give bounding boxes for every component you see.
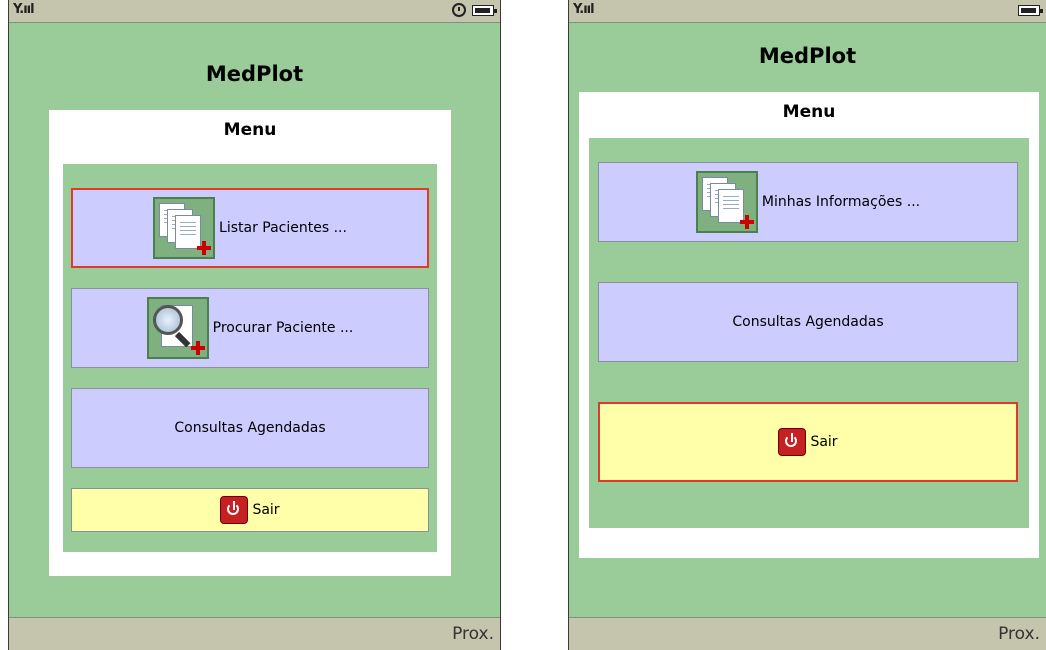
power-icon xyxy=(220,496,249,524)
menu-item-label: Sair xyxy=(252,502,280,518)
status-bar: Y.ııl xyxy=(9,0,500,23)
menu-list: Listar Pacientes ... Procurar Paciente .… xyxy=(63,164,437,552)
search-patient-icon xyxy=(146,297,209,359)
my-info-icon xyxy=(695,171,758,233)
menu-item-label: Listar Pacientes ... xyxy=(219,220,347,236)
app-title: MedPlot xyxy=(758,44,857,68)
signal-icon: Y.ııl xyxy=(13,2,35,17)
next-softkey[interactable]: Prox. xyxy=(998,624,1040,644)
menu-item-minhas-informacoes[interactable]: Minhas Informações ... xyxy=(598,162,1018,242)
menu-item-label: Consultas Agendadas xyxy=(732,314,884,330)
menu-card: Menu Listar Pacientes ... Procurar Pacie… xyxy=(49,110,451,576)
phone-screen-right: Y.ııl MedPlot Menu Minhas Informações ..… xyxy=(568,0,1046,650)
menu-item-sair[interactable]: Sair xyxy=(598,402,1018,482)
softkey-bar: Prox. xyxy=(9,617,500,650)
menu-item-label: Procurar Paciente ... xyxy=(212,320,354,336)
phone-screen-left: Y.ııl MedPlot Menu Listar Pacientes ... xyxy=(8,0,501,650)
menu-item-sair[interactable]: Sair xyxy=(71,488,429,532)
battery-icon xyxy=(1018,5,1043,16)
menu-item-procurar-paciente[interactable]: Procurar Paciente ... xyxy=(71,288,429,368)
menu-item-label: Consultas Agendadas xyxy=(174,420,326,436)
menu-item-listar-pacientes[interactable]: Listar Pacientes ... xyxy=(71,188,429,268)
menu-item-consultas-agendadas[interactable]: Consultas Agendadas xyxy=(598,282,1018,362)
menu-item-consultas-agendadas[interactable]: Consultas Agendadas xyxy=(71,388,429,468)
signal-icon: Y.ııl xyxy=(573,2,595,17)
status-bar: Y.ııl xyxy=(569,0,1046,23)
battery-icon xyxy=(472,5,497,16)
menu-item-label: Minhas Informações ... xyxy=(761,194,921,210)
power-icon xyxy=(778,428,807,456)
app-title: MedPlot xyxy=(205,62,304,86)
softkey-bar: Prox. xyxy=(569,617,1046,650)
patient-list-icon xyxy=(153,197,216,259)
menu-title: Menu xyxy=(782,102,836,122)
menu-item-label: Sair xyxy=(810,434,838,450)
next-softkey[interactable]: Prox. xyxy=(452,624,494,644)
menu-card: Menu Minhas Informações ... Consultas Ag… xyxy=(579,92,1039,558)
menu-list: Minhas Informações ... Consultas Agendad… xyxy=(589,138,1029,528)
menu-title: Menu xyxy=(223,120,277,140)
alarm-icon xyxy=(452,3,466,17)
